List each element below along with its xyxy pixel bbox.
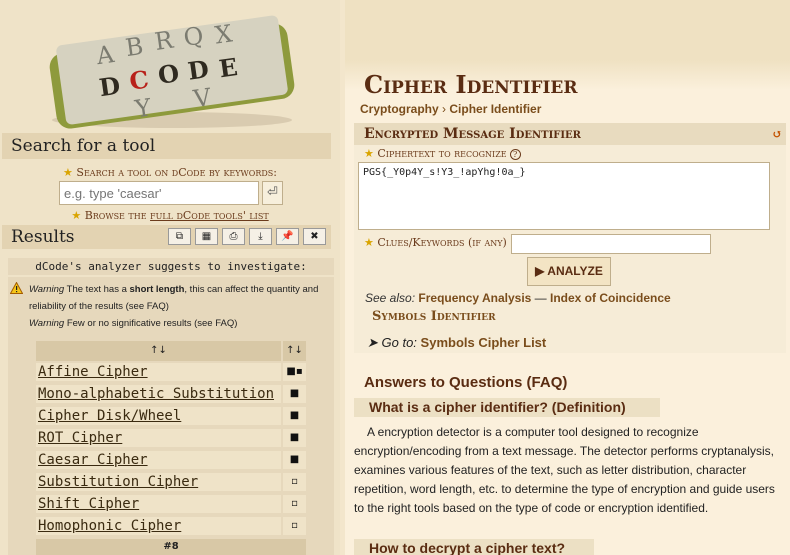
result-link[interactable]: Cipher Disk/Wheel <box>36 407 281 425</box>
star-icon: ★ <box>71 209 82 222</box>
dcode-logo[interactable]: A B R Q X D C O D E Y V <box>38 2 306 130</box>
score-indicator: ■ <box>283 385 306 403</box>
sort-name-header[interactable]: ↑↓ <box>36 341 281 361</box>
star-icon: ★ <box>364 147 374 160</box>
result-link[interactable]: Substitution Cipher <box>36 473 281 491</box>
sidebar: A B R Q X D C O D E Y V Search for a too… <box>0 0 340 555</box>
score-indicator: ■▪ <box>283 363 306 381</box>
help-icon[interactable]: ? <box>509 149 521 160</box>
index-of-coincidence-link[interactable]: Index of Coincidence <box>550 291 671 305</box>
faq-answer: A encryption detector is a computer tool… <box>354 425 775 515</box>
search-submit-button[interactable]: ⏎ <box>262 181 283 205</box>
refresh-icon[interactable]: ↺ <box>772 123 782 145</box>
table-row[interactable]: Shift Cipher ▫ <box>36 495 306 513</box>
goto-symbols: ➤ Go to: Symbols Cipher List <box>367 335 547 350</box>
results-table: ↑↓ ↑↓ Affine Cipher ■▪ Mono-alphabetic Su… <box>8 337 334 555</box>
result-link[interactable]: Homophonic Cipher <box>36 517 281 535</box>
search-heading: Search for a tool <box>2 133 331 159</box>
search-input[interactable] <box>59 181 259 205</box>
faq-question-decrypt: How to decrypt a cipher text? <box>354 539 594 555</box>
ciphertext-label: ★ Ciphertext to recognize? <box>364 147 521 160</box>
svg-text:C: C <box>128 64 151 95</box>
table-row[interactable]: Affine Cipher ■▪ <box>36 363 306 381</box>
faq-question-definition: What is a cipher identifier? (Definition… <box>354 398 660 417</box>
star-icon: ★ <box>364 236 374 249</box>
star-icon: ★ <box>63 166 73 179</box>
close-icon[interactable]: ✖ <box>303 228 326 245</box>
tool-panel: Encrypted Message Identifier ↺ ★ Cipherte… <box>354 123 786 353</box>
table-row[interactable]: ROT Cipher ■ <box>36 429 306 447</box>
svg-text:O: O <box>156 58 181 90</box>
clues-label: ★ Clues/Keywords (if any) <box>364 236 507 249</box>
table-row[interactable]: Homophonic Cipher ▫ <box>36 517 306 535</box>
browse-all-tools: ★ Browse the full dCode tools' list <box>71 209 269 222</box>
warnings-box: Warning The text has a short length, thi… <box>8 277 334 337</box>
download-icon[interactable]: ⤓ <box>249 228 272 245</box>
results-more-row[interactable]: #8 <box>36 539 306 555</box>
results-toolbar: ⧉ ▦ ⎙ ⤓ 📌 ✖ <box>168 228 326 246</box>
result-link[interactable]: Shift Cipher <box>36 495 281 513</box>
breadcrumb: Cryptography › Cipher Identifier <box>360 102 541 116</box>
faq-heading: Answers to Questions (FAQ) <box>364 374 568 391</box>
result-link[interactable]: Caesar Cipher <box>36 451 281 469</box>
print-icon[interactable]: ⎙ <box>222 228 245 245</box>
svg-text:D: D <box>186 54 211 86</box>
symbols-cipher-list-link[interactable]: Symbols Cipher List <box>421 335 547 350</box>
analyzer-suggestion: dCode's analyzer suggests to investigate… <box>8 258 334 275</box>
score-indicator: ▫ <box>283 517 306 535</box>
frequency-analysis-link[interactable]: Frequency Analysis <box>418 291 531 305</box>
score-indicator: ▫ <box>283 495 306 513</box>
result-link[interactable]: ROT Cipher <box>36 429 281 447</box>
pin-icon[interactable]: 📌 <box>276 228 299 245</box>
warning-few-results: Warning Few or no significative results … <box>29 318 238 329</box>
clues-input[interactable] <box>511 234 711 254</box>
search-label: ★ Search a tool on dCode by keywords: <box>63 166 277 179</box>
breadcrumb-cryptography[interactable]: Cryptography <box>360 102 439 116</box>
table-row[interactable]: Cipher Disk/Wheel ■ <box>36 407 306 425</box>
ciphertext-input[interactable]: PGS{_Y0p4Y_s!Y3_!apYhg!0a_} <box>358 162 770 230</box>
sort-score-header[interactable]: ↑↓ <box>283 341 306 361</box>
result-link[interactable]: Affine Cipher <box>36 363 281 381</box>
table-row[interactable]: Mono-alphabetic Substitution ■ <box>36 385 306 403</box>
score-indicator: ▫ <box>283 473 306 491</box>
result-link[interactable]: Mono-alphabetic Substitution <box>36 385 281 403</box>
svg-text:D: D <box>97 71 122 103</box>
page-title: Cipher Identifier <box>364 70 578 99</box>
table-row[interactable]: Caesar Cipher ■ <box>36 451 306 469</box>
score-indicator: ■ <box>283 429 306 447</box>
svg-text:Q: Q <box>182 21 205 51</box>
see-also: See also: Frequency Analysis — Index of … <box>365 291 671 305</box>
symbols-identifier-heading[interactable]: Symbols Identifier <box>372 309 496 324</box>
score-indicator: ■ <box>283 451 306 469</box>
breadcrumb-cipher-identifier[interactable]: Cipher Identifier <box>449 102 541 116</box>
table-row[interactable]: Substitution Cipher ▫ <box>36 473 306 491</box>
save-icon[interactable]: ▦ <box>195 228 218 245</box>
main-content: Cipher Identifier Cryptography › Cipher … <box>345 0 790 555</box>
warning-icon <box>10 282 23 294</box>
warning-short-length: Warning The text has a short length, thi… <box>29 284 319 312</box>
score-indicator: ■ <box>283 407 306 425</box>
tool-heading: Encrypted Message Identifier ↺ <box>354 123 786 145</box>
browse-tools-link[interactable]: full dCode tools' list <box>150 209 269 222</box>
copy-icon[interactable]: ⧉ <box>168 228 191 245</box>
analyze-button[interactable]: ▶ ANALYZE <box>527 257 611 286</box>
